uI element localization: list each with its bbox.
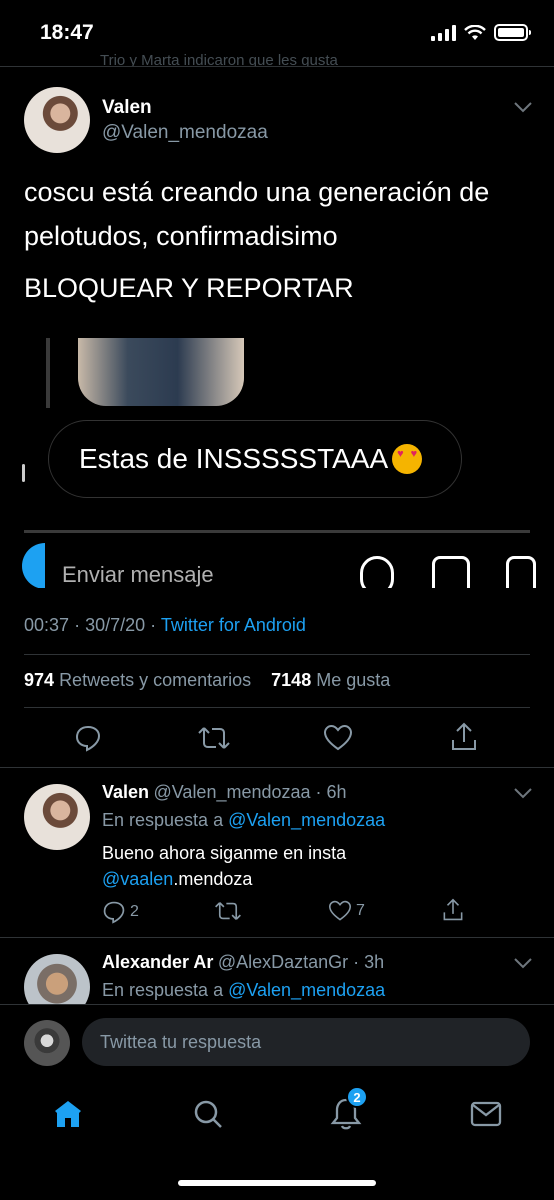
reply-dot: · bbox=[310, 782, 327, 802]
tab-search[interactable] bbox=[188, 1094, 228, 1134]
reply-body-mention[interactable]: @vaalen bbox=[102, 869, 173, 889]
stats-divider bbox=[24, 707, 530, 708]
reply-header: Alexander Ar @AlexDaztanGr · 3h bbox=[102, 952, 384, 973]
heart-icon bbox=[328, 900, 352, 921]
tab-home[interactable] bbox=[48, 1094, 88, 1134]
reply-to-label: En respuesta a bbox=[102, 810, 224, 830]
reply-time: 6h bbox=[326, 782, 347, 802]
media-divider bbox=[24, 530, 530, 533]
reply-reply-button[interactable]: 2 bbox=[102, 900, 139, 924]
reply-to-label: En respuesta a bbox=[102, 980, 224, 1000]
reply-header: Valen @Valen_mendozaa · 6h bbox=[102, 782, 347, 803]
top-divider bbox=[0, 66, 554, 67]
retweet-button[interactable] bbox=[192, 720, 236, 756]
heart-eyes-emoji-icon bbox=[392, 444, 423, 474]
reply-button[interactable] bbox=[68, 720, 108, 756]
retweet-icon bbox=[198, 727, 230, 749]
media-photo bbox=[78, 338, 244, 406]
media-left-bar bbox=[46, 338, 50, 408]
chevron-down-icon[interactable] bbox=[512, 100, 534, 114]
reply-share-button[interactable] bbox=[442, 898, 464, 922]
bottom-tab-bar: 2 bbox=[0, 1080, 554, 1160]
home-icon bbox=[55, 1101, 81, 1127]
reply-icon bbox=[103, 901, 125, 924]
tweet-text-line-2: pelotudos, confirmadisimo bbox=[24, 221, 338, 251]
reply-body-rest: .mendoza bbox=[173, 869, 253, 889]
tweet-text-line-1: coscu está creando una generación de bbox=[24, 177, 490, 207]
wifi-icon bbox=[464, 24, 486, 40]
tweet-time: 00:37 bbox=[24, 615, 70, 635]
reply-time: 3h bbox=[364, 952, 385, 972]
author-handle[interactable]: @Valen_mendozaa bbox=[102, 122, 268, 144]
tweet-text-line-3: BLOQUEAR Y REPORTAR bbox=[24, 273, 354, 303]
author-avatar[interactable] bbox=[24, 87, 90, 153]
share-icon bbox=[452, 722, 476, 750]
reply-body-line-2: @vaalen.mendoza bbox=[102, 866, 252, 892]
reply-to-line: En respuesta a @Valen_mendozaa bbox=[102, 980, 385, 1001]
reply-author-name[interactable]: Alexander Ar bbox=[102, 952, 213, 972]
meta-separator: · bbox=[150, 615, 161, 635]
reply-to-line: En respuesta a @Valen_mendozaa bbox=[102, 810, 385, 831]
media-input-placeholder: Enviar mensaje bbox=[62, 562, 214, 587]
media-message-bubble: Estas de INSSSSSTAAA bbox=[48, 420, 462, 498]
reply-author-handle[interactable]: @Valen_mendozaa bbox=[153, 782, 310, 802]
likes-count[interactable]: 7148 bbox=[271, 670, 311, 690]
status-time: 18:47 bbox=[40, 21, 94, 44]
mail-icon bbox=[470, 1101, 502, 1127]
meta-divider bbox=[24, 654, 530, 655]
tab-notifications[interactable]: 2 bbox=[326, 1086, 368, 1134]
gallery-icon bbox=[432, 556, 470, 588]
retweet-icon bbox=[215, 902, 241, 920]
reply-author-handle[interactable]: @AlexDaztanGr bbox=[218, 952, 348, 972]
reply-avatar[interactable] bbox=[24, 784, 90, 850]
tab-messages[interactable] bbox=[466, 1094, 506, 1134]
chevron-down-icon[interactable] bbox=[512, 956, 534, 970]
chevron-down-icon[interactable] bbox=[512, 786, 534, 800]
reply-like-button[interactable]: 7 bbox=[328, 900, 365, 922]
tweet-stats: 974 Retweets y comentarios 7148 Me gusta bbox=[24, 670, 390, 691]
media-edge-mark bbox=[22, 464, 25, 482]
notifications-badge: 2 bbox=[346, 1086, 368, 1108]
actions-divider bbox=[0, 767, 554, 768]
compose-divider bbox=[0, 1004, 554, 1005]
meta-separator: · bbox=[74, 615, 86, 635]
tweet-source-link[interactable]: Twitter for Android bbox=[161, 615, 306, 635]
sticker-icon bbox=[506, 556, 536, 588]
cellular-signal-icon bbox=[431, 24, 456, 41]
reply-icon bbox=[75, 725, 101, 752]
media-message-text: Estas de INSSSSSTAAA bbox=[79, 443, 389, 474]
reply-reply-count: 2 bbox=[130, 903, 139, 920]
my-avatar[interactable] bbox=[24, 1020, 70, 1066]
status-icons bbox=[431, 24, 531, 41]
reply-compose-input[interactable]: Twittea tu respuesta bbox=[82, 1018, 530, 1066]
retweets-count[interactable]: 974 bbox=[24, 670, 54, 690]
reply-to-handle[interactable]: @Valen_mendozaa bbox=[228, 810, 385, 830]
share-icon bbox=[443, 898, 463, 921]
retweets-label[interactable]: Retweets y comentarios bbox=[59, 670, 251, 690]
share-button[interactable] bbox=[444, 718, 484, 756]
reply-body-line-1: Bueno ahora siganme en insta bbox=[102, 843, 347, 863]
reply-2[interactable]: Alexander Ar @AlexDaztanGr · 3h En respu… bbox=[0, 938, 554, 1004]
likes-label[interactable]: Me gusta bbox=[316, 670, 390, 690]
like-button[interactable] bbox=[318, 720, 358, 756]
tweet-meta: 00:37 · 30/7/20 · Twitter for Android bbox=[24, 615, 306, 636]
heart-icon bbox=[323, 724, 353, 751]
home-indicator[interactable] bbox=[178, 1180, 376, 1186]
microphone-icon bbox=[360, 556, 394, 588]
reply-like-count: 7 bbox=[356, 902, 365, 919]
author-name[interactable]: Valen bbox=[102, 97, 152, 119]
reply-to-handle[interactable]: @Valen_mendozaa bbox=[228, 980, 385, 1000]
tweet-date: 30/7/20 bbox=[85, 615, 146, 635]
liked-by-header: Trio y Marta indicaron que les gusta bbox=[100, 52, 338, 66]
reply-dot: · bbox=[348, 952, 365, 972]
reply-retweet-button[interactable] bbox=[214, 900, 242, 922]
search-icon bbox=[194, 1100, 222, 1128]
reply-author-name[interactable]: Valen bbox=[102, 782, 149, 802]
battery-icon bbox=[494, 24, 531, 41]
tweet-media-image[interactable]: Estas de INSSSSSTAAA Enviar mensaje bbox=[0, 338, 554, 588]
reply-avatar[interactable] bbox=[24, 954, 90, 1004]
